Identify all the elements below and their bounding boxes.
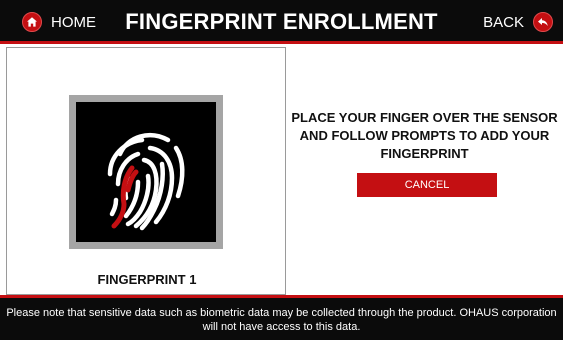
home-label: HOME [51, 13, 96, 31]
home-button[interactable]: HOME [22, 0, 96, 44]
home-icon [22, 12, 42, 32]
instruction-text: PLACE YOUR FINGER OVER THE SENSOR AND FO… [286, 109, 563, 163]
fingerprint-label: FINGERPRINT 1 [97, 272, 197, 287]
privacy-notice-line: Please note that sensitive data such as … [6, 307, 557, 319]
instruction-line: AND FOLLOW PROMPTS TO ADD YOUR [299, 128, 550, 143]
fingerprint-panel: FINGERPRINT 1 [6, 47, 286, 295]
privacy-notice-line: will not have access to this data. [202, 321, 361, 333]
instruction-line: FINGERPRINT [380, 146, 469, 161]
fingerprint-icon [76, 102, 216, 242]
fingerprint-frame [69, 95, 223, 249]
back-label: BACK [483, 13, 524, 31]
header-bar: HOME FINGERPRINT ENROLLMENT BACK [0, 0, 563, 44]
instruction-panel: PLACE YOUR FINGER OVER THE SENSOR AND FO… [286, 47, 563, 295]
back-button[interactable]: BACK [483, 0, 553, 44]
privacy-notice-footer: Please note that sensitive data such as … [0, 295, 563, 340]
cancel-button[interactable]: CANCEL [357, 173, 497, 197]
instruction-line: PLACE YOUR FINGER OVER THE SENSOR [291, 110, 558, 125]
fingerprint-enrollment-screen: HOME FINGERPRINT ENROLLMENT BACK FINGERP… [0, 0, 563, 340]
back-arrow-icon [533, 12, 553, 32]
